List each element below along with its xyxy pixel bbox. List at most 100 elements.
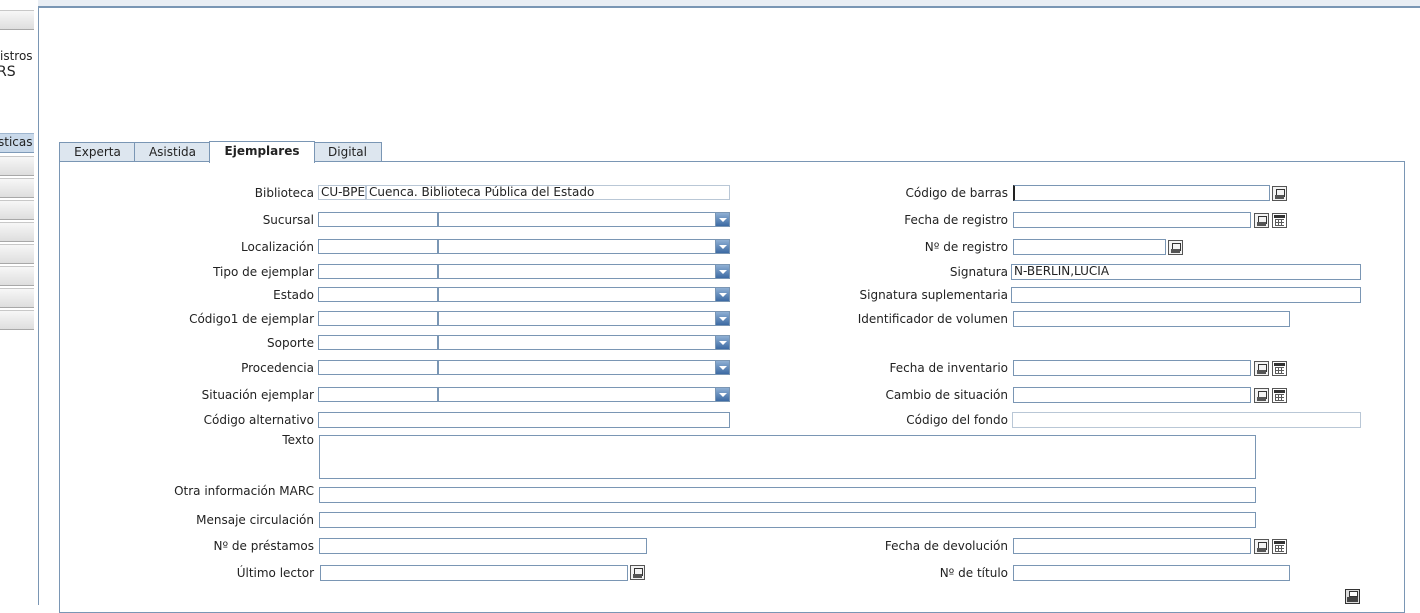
num-registro-label: Nº de registro xyxy=(924,240,1008,254)
num-titulo-label: Nº de título xyxy=(939,566,1008,580)
codigo1-select[interactable] xyxy=(438,311,730,326)
codigo-alternativo-field[interactable] xyxy=(318,412,730,428)
lookup-icon[interactable] xyxy=(1254,539,1269,554)
num-registro-field[interactable] xyxy=(1013,239,1166,255)
tipo-ejemplar-code-field[interactable] xyxy=(318,264,438,279)
sidebar-item[interactable] xyxy=(0,10,34,30)
procedencia-label: Procedencia xyxy=(241,361,314,375)
chevron-down-icon[interactable] xyxy=(715,265,729,278)
codigo-barras-label: Código de barras xyxy=(905,186,1009,200)
signatura-label: Signatura xyxy=(949,265,1008,279)
biblioteca-name-field: Cuenca. Biblioteca Pública del Estado xyxy=(366,185,730,200)
calendar-icon[interactable] xyxy=(1272,539,1287,554)
tipo-ejemplar-select[interactable] xyxy=(438,264,730,279)
signatura-field[interactable]: N-BERLIN,LUCIA xyxy=(1011,264,1361,280)
sidebar-item[interactable] xyxy=(0,244,34,264)
texto-textarea[interactable] xyxy=(319,435,1256,479)
otra-info-label: Otra información MARC xyxy=(174,484,314,498)
fecha-devolucion-field[interactable] xyxy=(1013,538,1251,554)
fecha-inventario-label: Fecha de inventario xyxy=(889,361,1008,375)
chevron-down-icon[interactable] xyxy=(715,213,729,226)
ultimo-lector-field[interactable] xyxy=(320,565,628,581)
calendar-icon[interactable] xyxy=(1272,361,1287,376)
num-prestamos-field[interactable] xyxy=(319,538,647,554)
signatura-sup-field[interactable] xyxy=(1011,287,1361,303)
estado-label: Estado xyxy=(273,288,314,302)
num-prestamos-label: Nº de préstamos xyxy=(213,539,314,553)
ultimo-lector-label: Último lector xyxy=(236,566,314,580)
sidebar-item-active[interactable]: sticas xyxy=(0,133,34,153)
lookup-icon[interactable] xyxy=(1254,388,1269,403)
lookup-icon[interactable] xyxy=(1272,186,1287,201)
codigo-barras-field[interactable] xyxy=(1013,185,1270,201)
codigo-fondo-field xyxy=(1012,412,1361,428)
chevron-down-icon[interactable] xyxy=(715,388,729,401)
tab-asistida[interactable]: Asistida xyxy=(134,142,211,162)
soporte-select[interactable] xyxy=(438,335,730,350)
chevron-down-icon[interactable] xyxy=(715,361,729,374)
estado-code-field[interactable] xyxy=(318,287,438,302)
procedencia-select[interactable] xyxy=(438,360,730,375)
codigo1-code-field[interactable] xyxy=(318,311,438,326)
sidebar-item[interactable] xyxy=(0,266,34,286)
biblioteca-label: Biblioteca xyxy=(254,186,314,200)
tipo-ejemplar-label: Tipo de ejemplar xyxy=(213,265,314,279)
situacion-select[interactable] xyxy=(438,387,730,402)
lookup-icon[interactable] xyxy=(1254,213,1269,228)
lookup-icon[interactable] xyxy=(630,565,645,580)
soporte-code-field[interactable] xyxy=(318,335,438,350)
chevron-down-icon[interactable] xyxy=(715,312,729,325)
tab-ejemplares[interactable]: Ejemplares xyxy=(209,141,315,163)
num-titulo-field[interactable] xyxy=(1013,565,1290,581)
sucursal-label: Sucursal xyxy=(262,213,314,227)
texto-label: Texto xyxy=(282,433,314,447)
mensaje-field[interactable] xyxy=(319,512,1256,528)
codigo1-label: Código1 de ejemplar xyxy=(189,312,314,326)
fecha-inventario-field[interactable] xyxy=(1013,360,1251,376)
soporte-label: Soporte xyxy=(267,336,314,350)
fecha-registro-label: Fecha de registro xyxy=(904,213,1008,227)
identificador-field[interactable] xyxy=(1013,311,1290,327)
sidebar-text: istros xyxy=(0,49,33,63)
cambio-situacion-field[interactable] xyxy=(1013,387,1251,403)
mensaje-label: Mensaje circulación xyxy=(196,513,314,527)
lookup-icon[interactable] xyxy=(1254,361,1269,376)
signatura-sup-label: Signatura suplementaria xyxy=(859,288,1009,302)
fecha-devolucion-label: Fecha de devolución xyxy=(884,539,1008,553)
localizacion-select[interactable] xyxy=(438,239,730,254)
chevron-down-icon[interactable] xyxy=(715,336,729,349)
localizacion-label: Localización xyxy=(241,240,314,254)
lookup-icon[interactable] xyxy=(1168,240,1183,255)
sidebar-item-label: sticas xyxy=(0,135,33,149)
biblioteca-code-field: CU-BPE xyxy=(318,185,366,200)
sidebar-text: rs xyxy=(0,64,16,80)
situacion-code-field[interactable] xyxy=(318,387,438,402)
sidebar-item[interactable] xyxy=(0,288,34,308)
codigo-alternativo-label: Código alternativo xyxy=(203,413,314,427)
chevron-down-icon[interactable] xyxy=(715,240,729,253)
situacion-label: Situación ejemplar xyxy=(201,388,314,402)
left-sidebar: istros rs sticas xyxy=(0,0,39,605)
codigo-fondo-label: Código del fondo xyxy=(906,413,1008,427)
sidebar-item[interactable] xyxy=(0,200,34,220)
tab-experta[interactable]: Experta xyxy=(59,142,136,162)
estado-select[interactable] xyxy=(438,287,730,302)
print-icon[interactable] xyxy=(1345,589,1360,604)
sidebar-item[interactable] xyxy=(0,222,34,242)
cambio-situacion-label: Cambio de situación xyxy=(885,388,1008,402)
procedencia-code-field[interactable] xyxy=(318,360,438,375)
fecha-registro-field[interactable] xyxy=(1013,212,1251,228)
otra-info-field[interactable] xyxy=(319,487,1256,503)
sucursal-code-field[interactable] xyxy=(318,212,438,227)
sidebar-item[interactable] xyxy=(0,178,34,198)
chevron-down-icon[interactable] xyxy=(715,288,729,301)
identificador-label: Identificador de volumen xyxy=(857,312,1008,326)
sucursal-select[interactable] xyxy=(438,212,730,227)
localizacion-code-field[interactable] xyxy=(318,239,438,254)
calendar-icon[interactable] xyxy=(1272,388,1287,403)
sidebar-item[interactable] xyxy=(0,156,34,176)
top-frame-border xyxy=(38,0,1420,8)
sidebar-item[interactable] xyxy=(0,310,34,330)
tab-digital[interactable]: Digital xyxy=(313,142,382,162)
calendar-icon[interactable] xyxy=(1272,213,1287,228)
